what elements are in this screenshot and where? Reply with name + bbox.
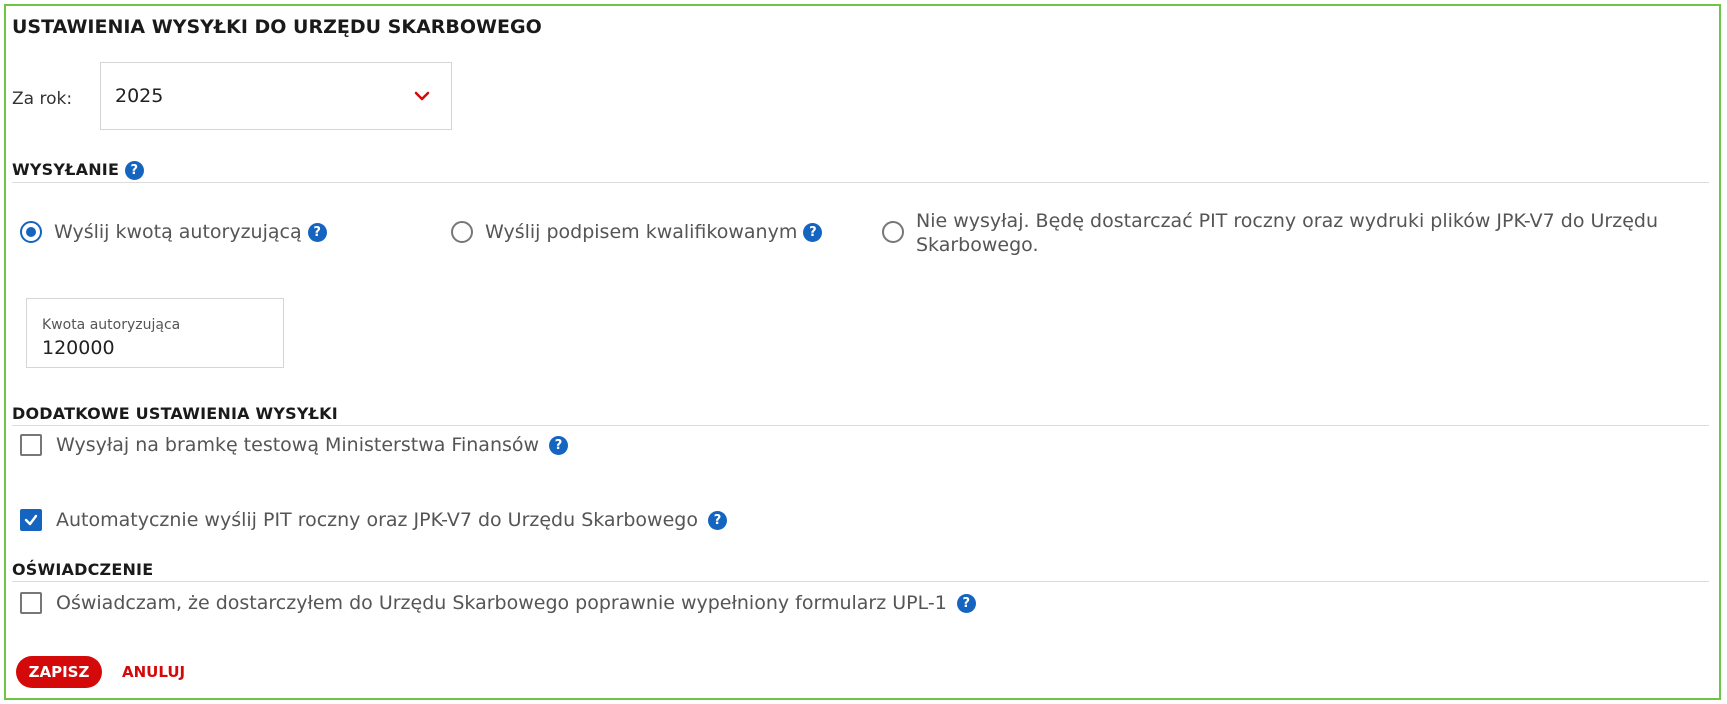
checkbox[interactable]	[20, 509, 42, 531]
radio-button[interactable]	[882, 221, 904, 243]
check-icon	[24, 514, 38, 526]
authorization-amount-field[interactable]: Kwota autoryzująca 120000	[26, 298, 284, 368]
checkbox[interactable]	[20, 592, 42, 614]
year-select-value: 2025	[115, 85, 164, 107]
divider	[12, 581, 1709, 582]
checkbox[interactable]	[20, 434, 42, 456]
authorization-amount-value[interactable]: 120000	[42, 337, 115, 359]
sending-section-title: WYSYŁANIE ?	[12, 160, 144, 180]
help-icon[interactable]: ?	[549, 435, 569, 455]
help-icon[interactable]: ?	[803, 223, 823, 242]
help-icon[interactable]: ?	[124, 161, 144, 180]
checkbox-row-test-gateway[interactable]: Wysyłaj na bramkę testową Ministerstwa F…	[20, 434, 569, 456]
chevron-down-icon	[414, 91, 430, 101]
cancel-button[interactable]: ANULUJ	[122, 663, 185, 681]
help-icon[interactable]: ?	[307, 223, 327, 242]
declaration-title: OŚWIADCZENIE	[12, 560, 154, 579]
sending-section-label: WYSYŁANIE	[12, 160, 120, 179]
year-label: Za rok:	[12, 89, 73, 109]
checkbox-label: Oświadczam, że dostarczyłem do Urzędu Sk…	[56, 592, 947, 614]
radio-button[interactable]	[20, 221, 42, 243]
additional-settings-title: DODATKOWE USTAWIENIA WYSYŁKI	[12, 404, 338, 423]
save-button[interactable]: ZAPISZ	[16, 656, 102, 688]
help-icon[interactable]: ?	[707, 510, 727, 530]
radio-option-qualified-signature[interactable]: Wyślij podpisem kwalifikowanym ?	[451, 220, 823, 244]
checkbox-label: Wysyłaj na bramkę testową Ministerstwa F…	[56, 434, 540, 456]
checkbox-label: Automatycznie wyślij PIT roczny oraz JPK…	[56, 509, 698, 531]
radio-label-line2: Skarbowego.	[916, 234, 1039, 256]
radio-label: Wyślij podpisem kwalifikowanym	[485, 221, 798, 243]
radio-label: Wyślij kwotą autoryzującą	[54, 221, 302, 243]
radio-label-line1: Nie wysyłaj. Będę dostarczać PIT roczny …	[916, 210, 1659, 232]
radio-option-do-not-send[interactable]: Nie wysyłaj. Będę dostarczać PIT roczny …	[882, 209, 1658, 257]
divider	[12, 425, 1709, 426]
divider	[12, 182, 1709, 183]
authorization-amount-label: Kwota autoryzująca	[42, 317, 181, 333]
radio-button[interactable]	[451, 221, 473, 243]
page-title: USTAWIENIA WYSYŁKI DO URZĘDU SKARBOWEGO	[12, 16, 542, 38]
radio-label: Nie wysyłaj. Będę dostarczać PIT roczny …	[916, 209, 1658, 257]
year-select[interactable]: 2025	[100, 62, 452, 130]
help-icon[interactable]: ?	[956, 593, 976, 613]
radio-option-authorization-amount[interactable]: Wyślij kwotą autoryzującą ?	[20, 220, 327, 244]
checkbox-row-auto-send[interactable]: Automatycznie wyślij PIT roczny oraz JPK…	[20, 509, 727, 531]
checkbox-row-upl1[interactable]: Oświadczam, że dostarczyłem do Urzędu Sk…	[20, 592, 976, 614]
